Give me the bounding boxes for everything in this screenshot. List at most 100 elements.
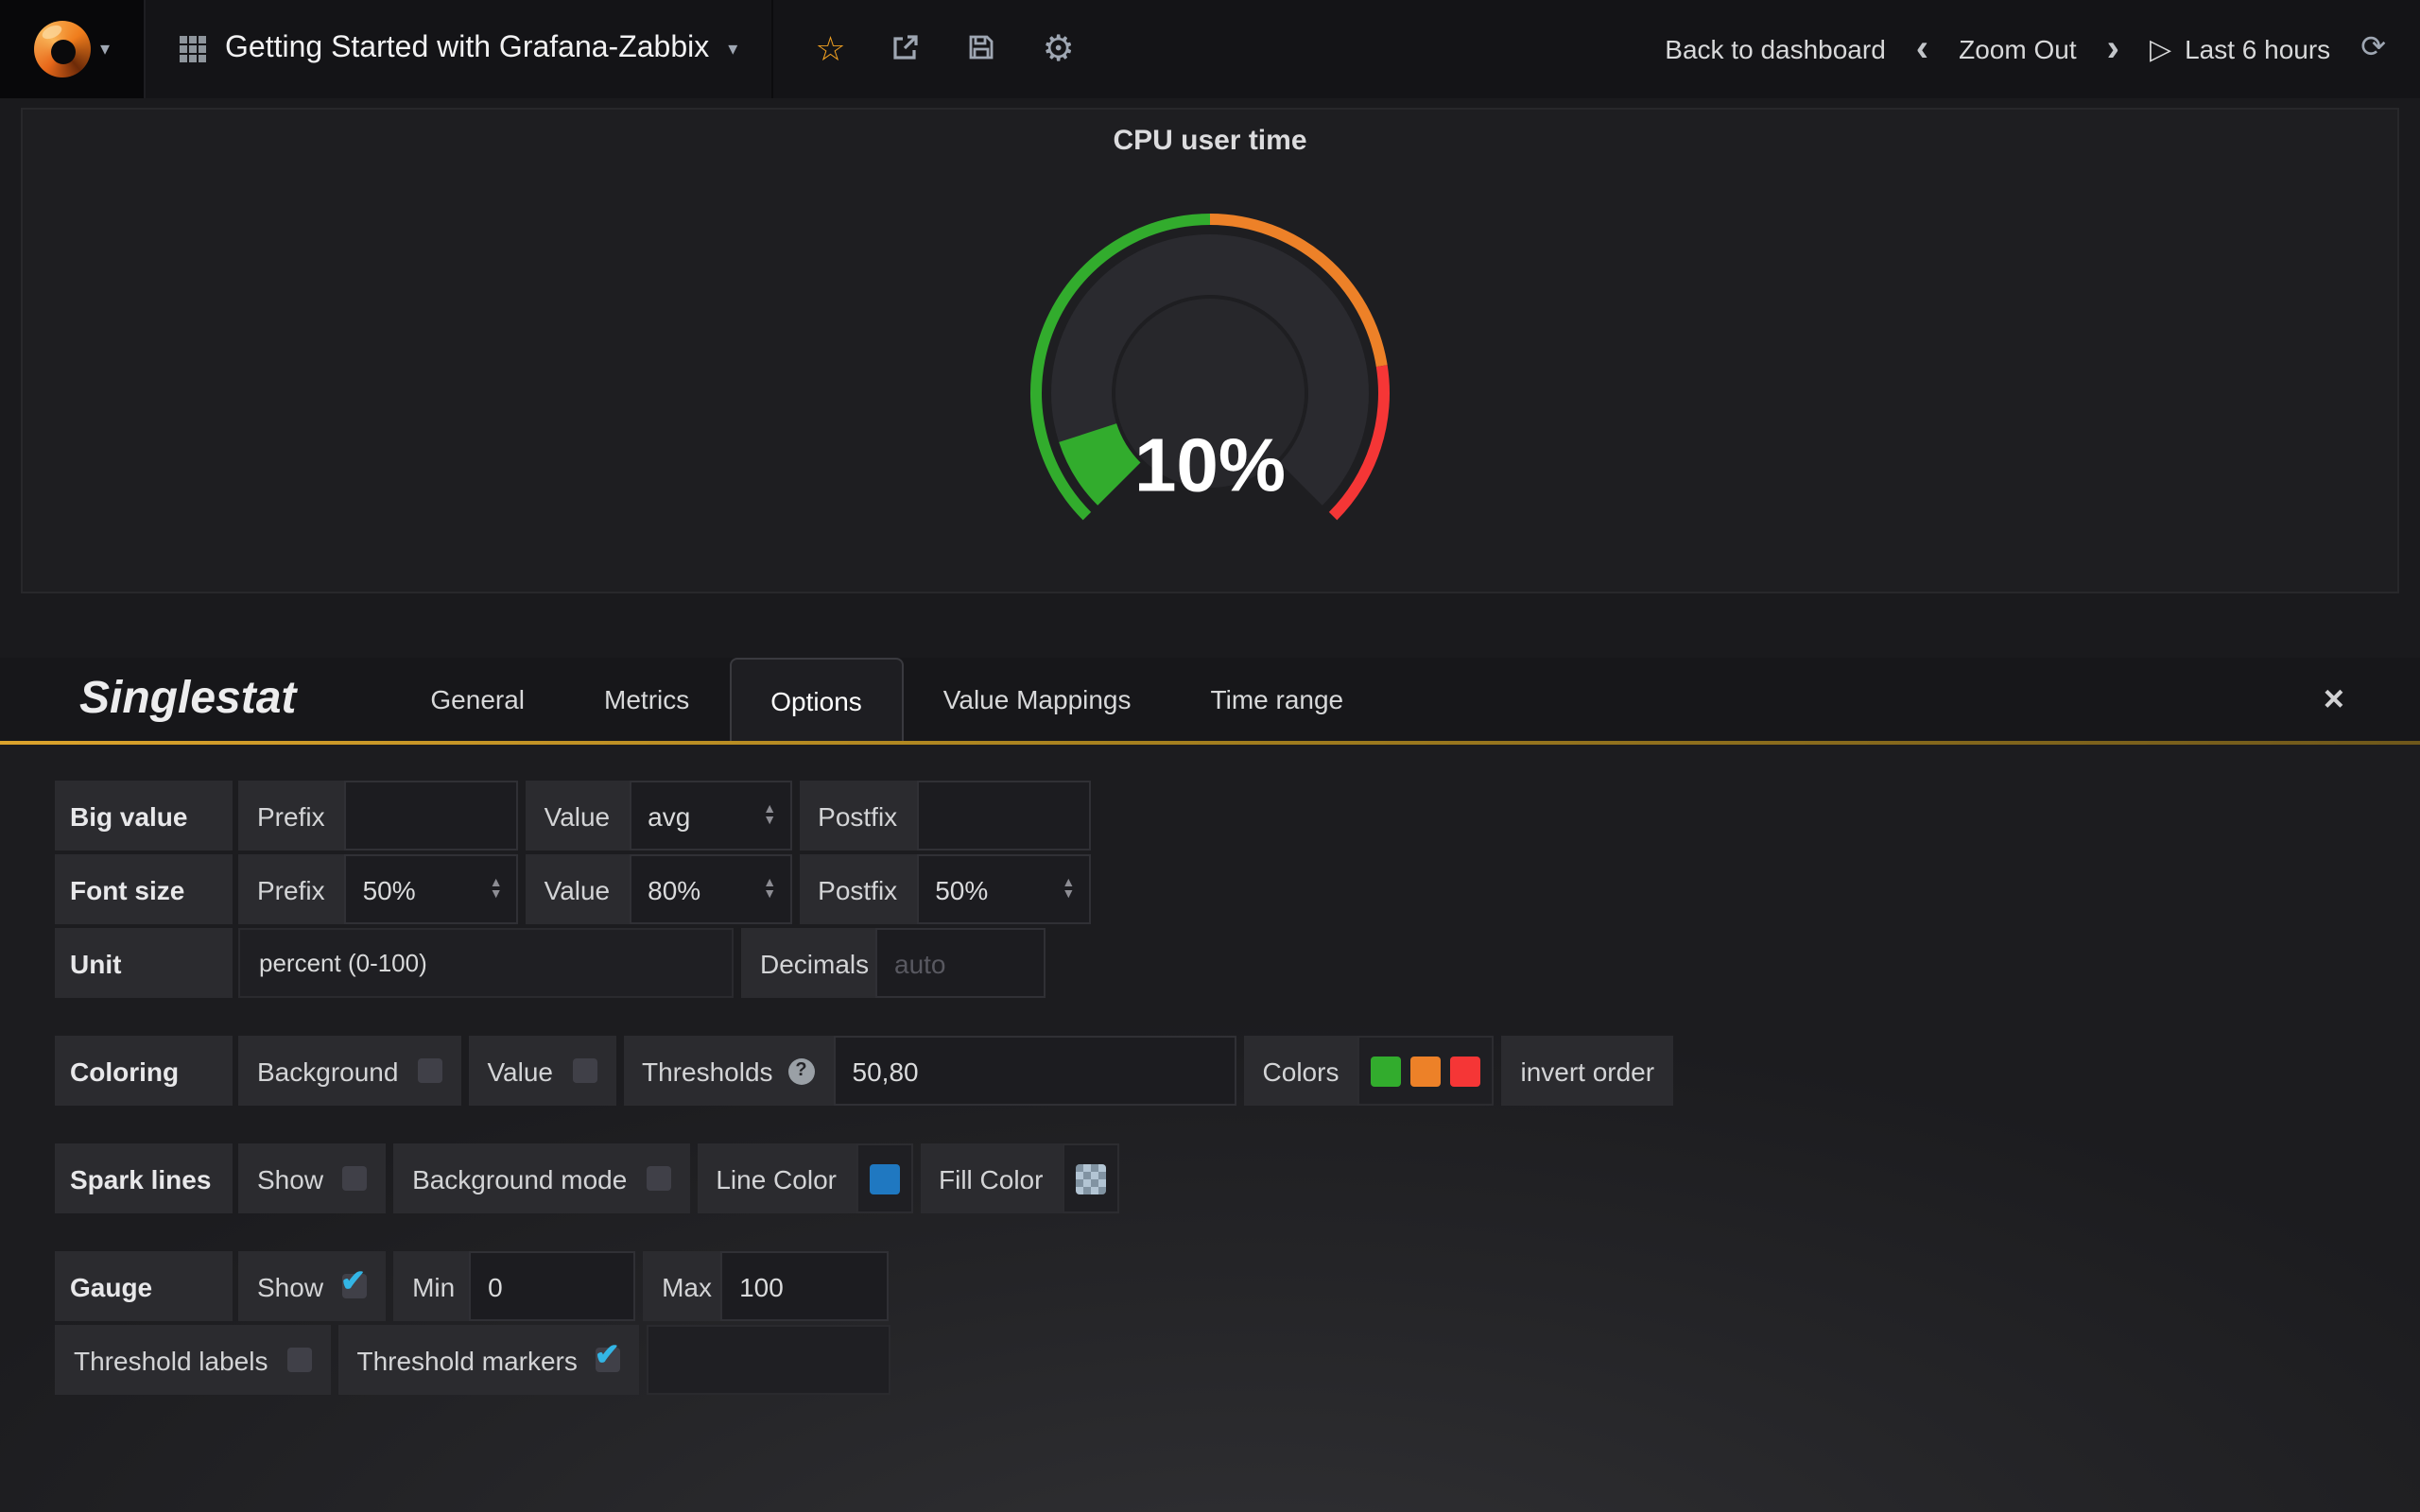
line-color-label: Line Color xyxy=(697,1143,856,1213)
line-color-cell xyxy=(856,1143,912,1213)
coloring-row: Coloring Background Value xyxy=(55,1036,2420,1106)
thresholds-input[interactable] xyxy=(834,1036,1236,1106)
font-size-row: Font size Prefix 50% ▲▼ Value 80% ▲▼ xyxy=(55,854,2420,924)
time-range-label: Last 6 hours xyxy=(2185,34,2330,64)
gauge-min-input[interactable] xyxy=(469,1251,635,1321)
gauge-row: Gauge Show Min Max xyxy=(55,1251,2420,1321)
select-spinner-icon: ▲▼ xyxy=(490,878,503,901)
navbar-actions: ☆ ⚙ xyxy=(773,0,1115,98)
dashboard-title-dropdown[interactable]: Getting Started with Grafana-Zabbix ▾ xyxy=(146,0,773,98)
dashboard-title: Getting Started with Grafana-Zabbix xyxy=(225,32,709,66)
invert-order-button[interactable]: invert order xyxy=(1501,1036,1673,1106)
empty-cell xyxy=(648,1325,891,1395)
spark-show-checkbox[interactable] xyxy=(342,1166,367,1191)
tab-metrics[interactable]: Metrics xyxy=(564,658,729,741)
navbar-right: Back to dashboard ‹ Zoom Out › ▷︎ Last 6… xyxy=(1665,0,2420,98)
grafana-menu-button[interactable]: ▾ xyxy=(0,0,146,98)
threshold-display-row: Threshold labels Threshold markers xyxy=(55,1325,2420,1395)
font-size-postfix-select[interactable]: 50% ▲▼ xyxy=(916,854,1090,924)
singlestat-panel: CPU user time 10% xyxy=(21,108,2399,593)
gauge-max-label: Max xyxy=(643,1251,720,1321)
font-size-label: Font size xyxy=(55,854,233,924)
spark-lines-row: Spark lines Show Background mode xyxy=(55,1143,2420,1213)
coloring-value-toggle[interactable]: Value xyxy=(468,1036,615,1106)
unit-label: Unit xyxy=(55,928,233,998)
font-size-value-select[interactable]: 80% ▲▼ xyxy=(629,854,791,924)
logo-caret-icon: ▾ xyxy=(100,39,110,60)
back-to-dashboard-button[interactable]: Back to dashboard xyxy=(1665,34,1886,64)
navbar: ▾ Getting Started with Grafana-Zabbix ▾ … xyxy=(0,0,2420,98)
tab-value-mappings[interactable]: Value Mappings xyxy=(904,658,1171,741)
time-shift-forward-icon[interactable]: › xyxy=(2107,30,2119,68)
grafana-logo-icon xyxy=(34,21,91,77)
title-caret-icon: ▾ xyxy=(728,39,737,60)
unit-select[interactable]: percent (0-100) xyxy=(238,928,734,998)
big-value-stat-select[interactable]: avg ▲▼ xyxy=(629,781,791,850)
select-spinner-icon: ▲▼ xyxy=(763,878,776,901)
coloring-group: Coloring Background Value xyxy=(55,1036,2420,1106)
tab-general[interactable]: General xyxy=(390,658,564,741)
svg-text:10%: 10% xyxy=(1134,423,1286,507)
threshold-labels-toggle[interactable]: Threshold labels xyxy=(55,1325,330,1395)
panel-title[interactable]: CPU user time xyxy=(1113,125,1306,157)
background-mode-checkbox[interactable] xyxy=(646,1166,670,1191)
time-shift-back-icon[interactable]: ‹ xyxy=(1916,30,1928,68)
grafana-app: ▾ Getting Started with Grafana-Zabbix ▾ … xyxy=(0,0,2420,1512)
decimals-label: Decimals xyxy=(741,928,875,998)
gauge-show-checkbox[interactable] xyxy=(342,1274,367,1298)
value-checkbox[interactable] xyxy=(572,1058,596,1083)
spark-background-mode-toggle[interactable]: Background mode xyxy=(393,1143,689,1213)
gear-icon[interactable]: ⚙ xyxy=(1043,31,1075,67)
thresholds-label: Thresholds ? xyxy=(623,1036,834,1106)
save-icon[interactable] xyxy=(967,31,997,67)
gauge-chart: 10% xyxy=(832,159,1588,588)
share-icon[interactable] xyxy=(891,31,922,67)
big-value-value-label: Value xyxy=(526,781,630,850)
close-editor-icon[interactable]: × xyxy=(2324,681,2344,717)
editor-tabs: General Metrics Options Value Mappings T… xyxy=(390,658,1383,741)
threshold-markers-toggle[interactable]: Threshold markers xyxy=(337,1325,639,1395)
colors-label: Colors xyxy=(1244,1036,1358,1106)
big-value-postfix-input[interactable] xyxy=(916,781,1090,850)
threshold-color-swatches xyxy=(1357,1036,1494,1106)
select-spinner-icon: ▲▼ xyxy=(1062,878,1075,901)
value-options-group: Big value Prefix Value avg ▲▼ Postfix xyxy=(55,781,2420,998)
spark-show-toggle[interactable]: Show xyxy=(238,1143,386,1213)
dashboard-grid-icon xyxy=(180,36,206,62)
font-size-prefix-select[interactable]: 50% ▲▼ xyxy=(344,854,518,924)
color-swatch-red[interactable] xyxy=(1450,1056,1480,1086)
tab-options[interactable]: Options xyxy=(729,658,904,741)
color-swatch-orange[interactable] xyxy=(1410,1056,1441,1086)
help-icon[interactable]: ? xyxy=(788,1057,815,1084)
threshold-labels-checkbox[interactable] xyxy=(286,1348,311,1372)
big-value-label: Big value xyxy=(55,781,233,850)
refresh-icon[interactable]: ⟳ xyxy=(2360,34,2386,64)
editor-title: Singlestat xyxy=(79,658,296,741)
editor-header: Singlestat General Metrics Options Value… xyxy=(0,658,2420,741)
unit-row: Unit percent (0-100) Decimals xyxy=(55,928,2420,998)
gauge-group: Gauge Show Min Max xyxy=(55,1251,2420,1395)
gauge-min-label: Min xyxy=(393,1251,469,1321)
fill-color-label: Fill Color xyxy=(920,1143,1062,1213)
fill-color-swatch[interactable] xyxy=(1075,1163,1105,1194)
line-color-swatch[interactable] xyxy=(869,1163,899,1194)
fill-color-overlay xyxy=(1075,1163,1105,1194)
gauge-show-toggle[interactable]: Show xyxy=(238,1251,386,1321)
time-range-picker[interactable]: ▷︎ Last 6 hours xyxy=(2150,32,2330,66)
color-swatch-green[interactable] xyxy=(1371,1056,1401,1086)
panel-editor: Singlestat General Metrics Options Value… xyxy=(0,658,2420,1512)
zoom-out-button[interactable]: Zoom Out xyxy=(1959,34,2077,64)
big-value-prefix-label: Prefix xyxy=(238,781,344,850)
background-checkbox[interactable] xyxy=(417,1058,441,1083)
gauge-max-input[interactable] xyxy=(720,1251,889,1321)
decimals-input[interactable] xyxy=(875,928,1046,998)
big-value-prefix-input[interactable] xyxy=(344,781,518,850)
tab-time-range[interactable]: Time range xyxy=(1171,658,1384,741)
star-icon[interactable]: ☆ xyxy=(815,32,845,66)
font-size-postfix-label: Postfix xyxy=(799,854,916,924)
options-form: Big value Prefix Value avg ▲▼ Postfix xyxy=(0,745,2420,1512)
fill-color-cell xyxy=(1062,1143,1118,1213)
threshold-markers-checkbox[interactable] xyxy=(596,1348,621,1372)
coloring-background-toggle[interactable]: Background xyxy=(238,1036,460,1106)
font-size-value-label: Value xyxy=(526,854,630,924)
